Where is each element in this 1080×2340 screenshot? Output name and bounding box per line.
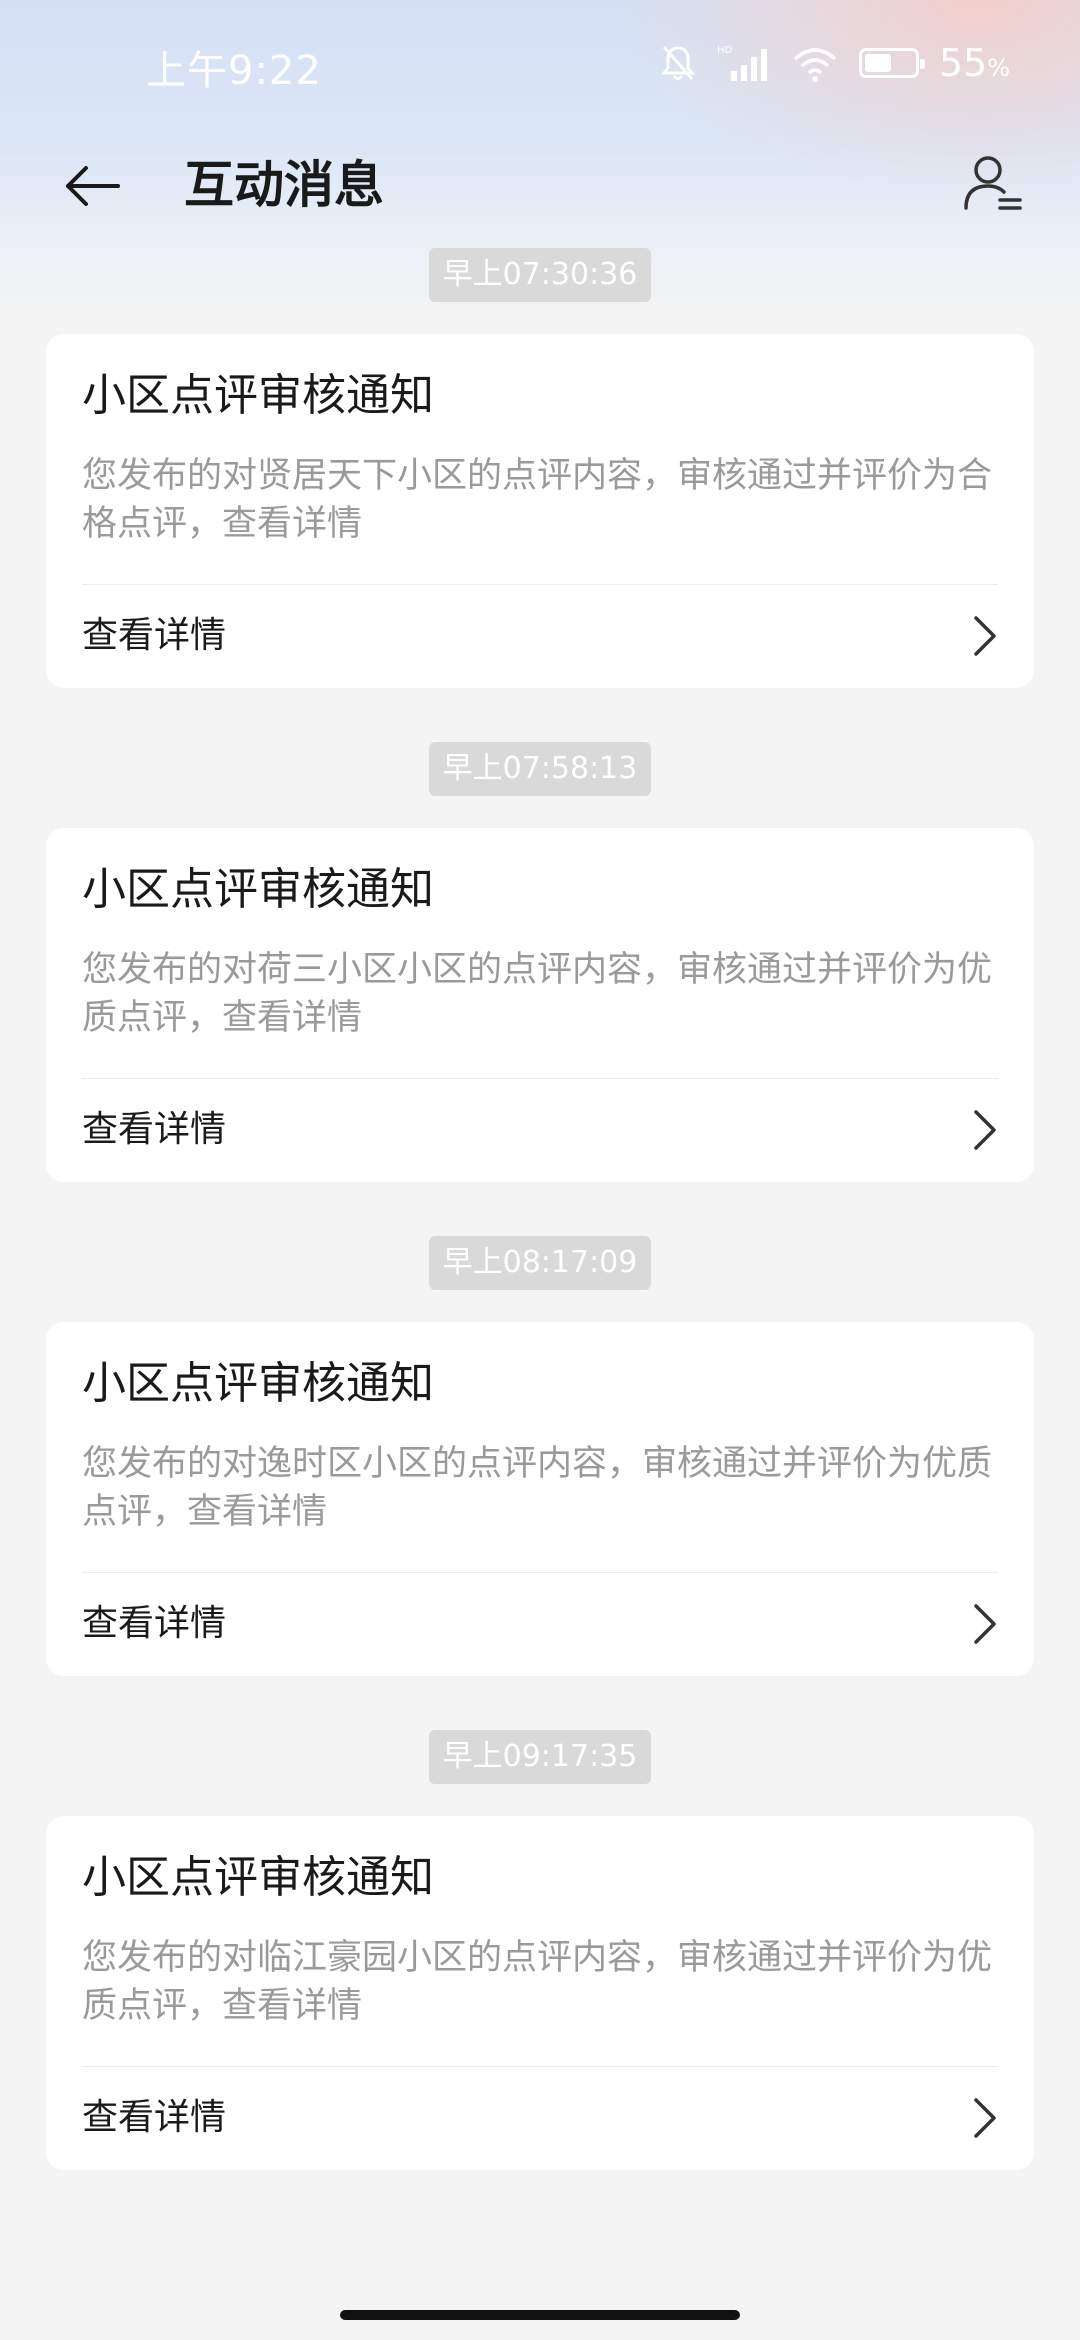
profile-button[interactable] — [950, 140, 1036, 226]
message-title: 小区点评审核通知 — [82, 864, 434, 915]
message-group: 早上07:58:13 小区点评审核通知 您发布的对荷三小区小区的点评内容，审核通… — [0, 742, 1080, 1236]
view-details-button[interactable]: 查看详情 — [46, 1573, 1034, 1676]
message-group: 早上09:17:35 小区点评审核通知 您发布的对临江豪园小区的点评内容，审核通… — [0, 1730, 1080, 2170]
message-title: 小区点评审核通知 — [82, 370, 434, 421]
message-timestamp: 早上07:30:36 — [428, 248, 652, 302]
message-group: 早上08:17:09 小区点评审核通知 您发布的对逸时区小区的点评内容，审核通过… — [0, 1236, 1080, 1730]
view-details-button[interactable]: 查看详情 — [46, 1079, 1034, 1182]
bell-muted-icon — [659, 43, 697, 83]
message-body: 您发布的对荷三小区小区的点评内容，审核通过并评价为优质点评，查看详情 — [82, 950, 993, 1038]
message-title: 小区点评审核通知 — [82, 1852, 434, 1903]
chevron-right-icon — [974, 616, 996, 656]
message-group: 早上07:30:36 小区点评审核通知 您发布的对贤居天下小区的点评内容，审核通… — [0, 248, 1080, 742]
view-details-label: 查看详情 — [82, 615, 227, 656]
page-title: 互动消息 — [184, 156, 384, 214]
home-indicator[interactable] — [340, 2310, 740, 2320]
hd-signal-icon: HD — [717, 43, 771, 83]
user-settings-icon — [964, 156, 1022, 210]
message-timestamp: 早上09:17:35 — [428, 1730, 652, 1784]
app-screen: 上午9:22 HD 55% 互动消息 早上07:30:36 小区点评审核通知 您… — [0, 0, 1080, 2340]
message-card[interactable]: 小区点评审核通知 您发布的对荷三小区小区的点评内容，审核通过并评价为优质点评，查… — [46, 828, 1034, 1182]
battery-percent: 55% — [938, 41, 1010, 85]
back-button[interactable] — [52, 146, 132, 226]
status-icons: HD 55% — [659, 38, 1010, 88]
message-body: 您发布的对贤居天下小区的点评内容，审核通过并评价为合格点评，查看详情 — [82, 456, 993, 544]
top-app-bar: 互动消息 — [0, 130, 1080, 240]
wifi-icon — [791, 43, 839, 83]
battery-icon — [858, 48, 925, 78]
chevron-right-icon — [974, 2098, 996, 2138]
view-details-label: 查看详情 — [82, 1109, 227, 1150]
message-card[interactable]: 小区点评审核通知 您发布的对贤居天下小区的点评内容，审核通过并评价为合格点评，查… — [46, 334, 1034, 688]
message-body: 您发布的对临江豪园小区的点评内容，审核通过并评价为优质点评，查看详情 — [82, 1938, 993, 2026]
status-time: 上午9:22 — [146, 48, 322, 94]
message-card[interactable]: 小区点评审核通知 您发布的对逸时区小区的点评内容，审核通过并评价为优质点评，查看… — [46, 1322, 1034, 1676]
message-body: 您发布的对逸时区小区的点评内容，审核通过并评价为优质点评，查看详情 — [82, 1444, 993, 1532]
chevron-right-icon — [974, 1604, 996, 1644]
message-card[interactable]: 小区点评审核通知 您发布的对临江豪园小区的点评内容，审核通过并评价为优质点评，查… — [46, 1816, 1034, 2170]
view-details-button[interactable]: 查看详情 — [46, 585, 1034, 688]
message-timestamp: 早上07:58:13 — [428, 742, 652, 796]
chevron-right-icon — [974, 1110, 996, 1150]
message-title: 小区点评审核通知 — [82, 1358, 434, 1409]
view-details-label: 查看详情 — [82, 2097, 227, 2138]
back-arrow-icon — [66, 166, 120, 206]
svg-text:HD: HD — [717, 45, 733, 56]
view-details-button[interactable]: 查看详情 — [46, 2067, 1034, 2170]
status-bar: 上午9:22 HD 55% — [0, 0, 1080, 130]
message-feed: 早上07:30:36 小区点评审核通知 您发布的对贤居天下小区的点评内容，审核通… — [0, 248, 1080, 2170]
message-timestamp: 早上08:17:09 — [428, 1236, 652, 1290]
view-details-label: 查看详情 — [82, 1603, 227, 1644]
